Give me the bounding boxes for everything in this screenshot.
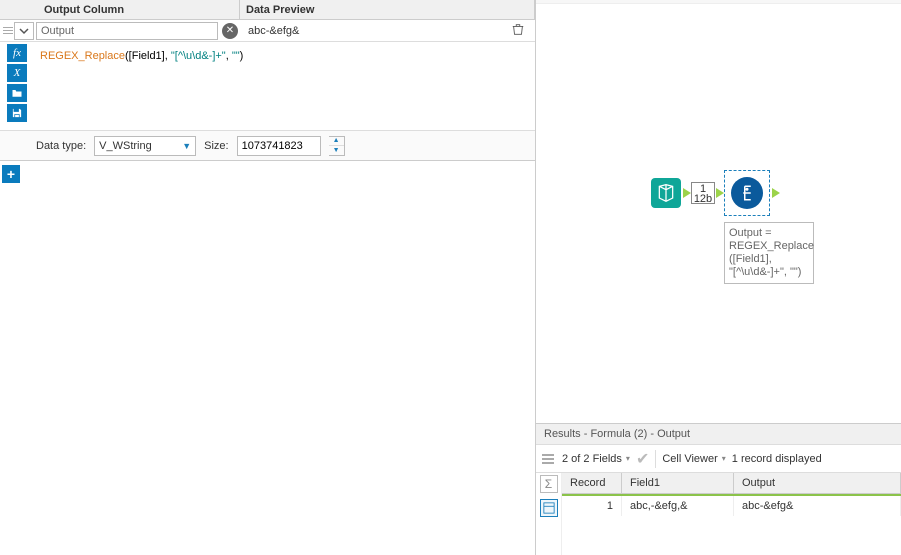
field-row: ✕ abc-&efg&: [0, 20, 535, 42]
x-var-icon[interactable]: X: [7, 64, 27, 82]
input-tool-icon[interactable]: [651, 178, 681, 208]
collapse-toggle[interactable]: [14, 22, 34, 40]
size-label: Size:: [204, 140, 228, 152]
right-panel: 112b Output = REGEX_Replace ([Field1], "…: [536, 0, 901, 555]
formula-tool-selected[interactable]: [724, 170, 770, 216]
datatype-label: Data type:: [36, 140, 86, 152]
connector-icon: [772, 188, 780, 198]
save-icon[interactable]: [7, 104, 27, 122]
cell-viewer-dropdown[interactable]: Cell Viewer▾: [662, 453, 725, 465]
output-column-input[interactable]: [36, 22, 218, 40]
results-title: Results - Formula (2) - Output: [536, 424, 901, 445]
formula-sidebar: fx X: [0, 42, 34, 130]
fx-icon[interactable]: fx: [7, 44, 27, 62]
table-tab-icon[interactable]: [540, 499, 558, 517]
size-input[interactable]: [237, 136, 321, 156]
datatype-row: Data type: V_WString▼ Size: ▲▼: [0, 131, 535, 161]
col-field1[interactable]: Field1: [622, 473, 734, 493]
formula-tool-icon: [731, 177, 763, 209]
tool-annotation: Output = REGEX_Replace ([Field1], "[^\u\…: [724, 222, 814, 284]
results-toolbar: 2 of 2 Fields▾ ✔ Cell Viewer▾ 1 record d…: [536, 445, 901, 473]
connector-icon: [716, 188, 724, 198]
workflow-canvas[interactable]: 112b Output = REGEX_Replace ([Field1], "…: [536, 0, 901, 423]
add-field-button[interactable]: +: [2, 165, 20, 183]
results-panel: Results - Formula (2) - Output 2 of 2 Fi…: [536, 423, 901, 555]
records-displayed-label: 1 record displayed: [732, 453, 822, 465]
record-count-badge: 112b: [691, 182, 715, 204]
col-output[interactable]: Output: [734, 473, 901, 493]
datatype-select[interactable]: V_WString▼: [94, 136, 196, 156]
col-record[interactable]: Record: [562, 473, 622, 493]
connector-icon: [683, 188, 691, 198]
config-panel: Output Column Data Preview ✕ abc-&efg& f…: [0, 0, 536, 555]
results-table: Record Field1 Output 1 abc,-&efg,& abc-&…: [562, 473, 901, 555]
header-data-preview: Data Preview: [240, 0, 535, 19]
formula-editor[interactable]: REGEX_Replace([Field1], "[^\u\d&-]+", ""…: [34, 42, 535, 130]
table-row[interactable]: 1 abc,-&efg,& abc-&efg&: [562, 494, 901, 516]
size-spinner[interactable]: ▲▼: [329, 136, 345, 156]
data-preview-value: abc-&efg&: [242, 25, 511, 37]
fields-dropdown[interactable]: 2 of 2 Fields▾: [562, 453, 630, 465]
menu-icon[interactable]: [540, 454, 556, 464]
check-icon[interactable]: ✔: [636, 449, 649, 469]
drag-handle-icon[interactable]: [0, 27, 14, 34]
clear-icon[interactable]: ✕: [222, 23, 238, 39]
folder-icon[interactable]: [7, 84, 27, 102]
formula-area: fx X REGEX_Replace([Field1], "[^\u\d&-]+…: [0, 42, 535, 131]
results-view-tabs: Σ: [536, 473, 562, 555]
header-output-column: Output Column: [38, 0, 240, 19]
delete-icon[interactable]: [511, 22, 529, 39]
sigma-tab-icon[interactable]: Σ: [540, 475, 558, 493]
config-header: Output Column Data Preview: [0, 0, 535, 20]
